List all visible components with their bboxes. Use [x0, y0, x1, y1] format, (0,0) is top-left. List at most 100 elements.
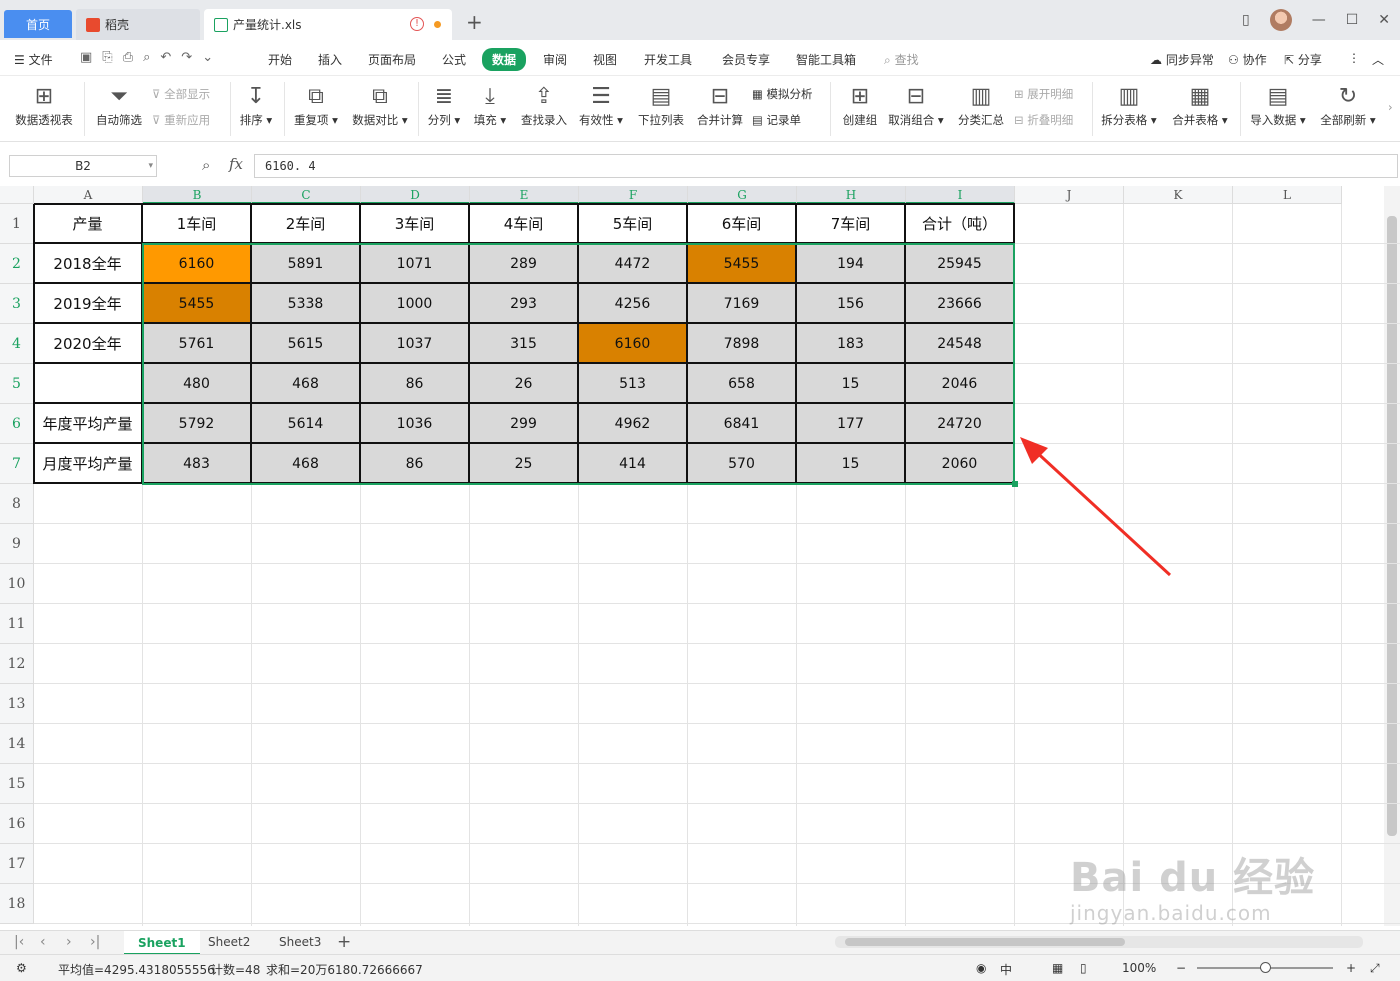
- warning-icon[interactable]: !: [410, 17, 424, 31]
- data-cell[interactable]: 194: [797, 244, 906, 284]
- data-cell[interactable]: 86: [361, 444, 470, 484]
- data-cell[interactable]: 5761: [143, 324, 252, 364]
- data-cell[interactable]: 414: [579, 444, 688, 484]
- data-cell[interactable]: 468: [252, 444, 361, 484]
- row-header-6[interactable]: 6: [0, 404, 34, 444]
- column-header-d[interactable]: D: [361, 186, 470, 204]
- menu-start[interactable]: 开始: [268, 51, 292, 68]
- sheet-tab-sheet1[interactable]: Sheet1: [124, 931, 200, 955]
- data-cell[interactable]: 156: [797, 284, 906, 324]
- data-cell[interactable]: 25945: [906, 244, 1015, 284]
- page-view-icon[interactable]: ▯: [1080, 961, 1087, 975]
- data-cell[interactable]: 483: [143, 444, 252, 484]
- data-cell[interactable]: 480: [143, 364, 252, 404]
- what-if-analysis-button[interactable]: ▦ 模拟分析: [752, 86, 813, 102]
- next-sheet-icon[interactable]: ›: [66, 934, 72, 950]
- tab-daoke[interactable]: 稻壳: [76, 9, 200, 40]
- ribbon-scroll-right-icon[interactable]: ›: [1388, 100, 1393, 114]
- data-cell[interactable]: 23666: [906, 284, 1015, 324]
- row-header-11[interactable]: 11: [0, 604, 34, 644]
- zoom-out-icon[interactable]: −: [1176, 961, 1186, 975]
- show-all-button[interactable]: ⊽ 全部显示: [152, 86, 210, 102]
- data-cell[interactable]: 570: [688, 444, 797, 484]
- data-cell[interactable]: 299: [470, 404, 579, 444]
- maximize-icon[interactable]: ☐: [1346, 12, 1359, 28]
- row-header-3[interactable]: 3: [0, 284, 34, 324]
- new-tab-button[interactable]: +: [466, 10, 483, 34]
- sync-status-button[interactable]: ☁ 同步异常: [1150, 51, 1214, 68]
- table-header-cell[interactable]: 4车间: [470, 204, 579, 244]
- subtotal-button[interactable]: ▥ 分类汇总: [956, 82, 1006, 128]
- data-cell[interactable]: 7169: [688, 284, 797, 324]
- collapse-detail-button[interactable]: ⊟ 折叠明细: [1014, 112, 1073, 128]
- row-label-cell[interactable]: 月度平均产量: [34, 444, 143, 484]
- data-cell[interactable]: 5455: [688, 244, 797, 284]
- menu-developer[interactable]: 开发工具: [644, 51, 692, 68]
- zoom-in-icon[interactable]: +: [1346, 961, 1356, 975]
- horizontal-scrollbar[interactable]: [835, 936, 1363, 948]
- select-all-corner[interactable]: [0, 186, 34, 204]
- menu-review[interactable]: 审阅: [543, 51, 567, 68]
- row-header-4[interactable]: 4: [0, 324, 34, 364]
- print-preview-icon[interactable]: ⌕: [143, 50, 150, 65]
- table-header-cell[interactable]: 7车间: [797, 204, 906, 244]
- import-data-button[interactable]: ▤ 导入数据 ▾: [1248, 82, 1308, 128]
- data-cell[interactable]: 2046: [906, 364, 1015, 404]
- data-cell[interactable]: 24720: [906, 404, 1015, 444]
- table-header-cell[interactable]: 合计（吨）: [906, 204, 1015, 244]
- chevron-down-icon[interactable]: ▾: [148, 156, 153, 176]
- data-compare-button[interactable]: ⧉ 数据对比 ▾: [348, 82, 412, 128]
- data-cell[interactable]: 315: [470, 324, 579, 364]
- avatar[interactable]: [1269, 9, 1292, 31]
- row-label-cell[interactable]: 年度平均产量: [34, 404, 143, 444]
- row-label-cell[interactable]: 2019全年: [34, 284, 143, 324]
- vertical-scroll-thumb[interactable]: [1387, 216, 1397, 836]
- input-language[interactable]: 中: [1000, 961, 1012, 978]
- data-cell[interactable]: 24548: [906, 324, 1015, 364]
- split-column-button[interactable]: ≣ 分列 ▾: [424, 82, 464, 128]
- sheet-grid[interactable]: A B C D E F G H I J K L 1 2 3 4 5 6 7 8 9 10 11 12 13 14 15 16 17 18 产…: [0, 186, 1400, 926]
- menu-search[interactable]: ⌕ 查找: [884, 51, 919, 68]
- record-form-button[interactable]: ▤ 记录单: [752, 112, 801, 128]
- column-header-a[interactable]: A: [34, 186, 143, 204]
- save-icon[interactable]: ▣: [80, 50, 92, 65]
- ungroup-button[interactable]: ⊟ 取消组合 ▾: [886, 82, 946, 128]
- data-cell[interactable]: 2060: [906, 444, 1015, 484]
- reading-mode-icon[interactable]: ▯: [1242, 12, 1250, 28]
- duplicates-button[interactable]: ⧉ 重复项 ▾: [290, 82, 342, 128]
- data-cell[interactable]: 5614: [252, 404, 361, 444]
- export-pdf-icon[interactable]: ⎘: [102, 50, 112, 65]
- collapse-ribbon-icon[interactable]: ︿: [1372, 51, 1384, 68]
- zoom-formula-icon[interactable]: ⌕: [202, 156, 210, 174]
- normal-view-icon[interactable]: ▦: [1052, 961, 1063, 975]
- menu-member[interactable]: 会员专享: [722, 51, 770, 68]
- row-label-cell[interactable]: 2020全年: [34, 324, 143, 364]
- row-header-7[interactable]: 7: [0, 444, 34, 484]
- column-header-f[interactable]: F: [579, 186, 688, 204]
- row-header-8[interactable]: 8: [0, 484, 34, 524]
- data-cell[interactable]: 6841: [688, 404, 797, 444]
- row-label-cell[interactable]: [34, 364, 143, 404]
- data-cell[interactable]: 468: [252, 364, 361, 404]
- tab-file-production-stats[interactable]: 产量统计.xls !: [204, 9, 452, 40]
- sheet-tab-sheet3[interactable]: Sheet3: [279, 935, 321, 949]
- customize-chevron-down-icon[interactable]: ⌄: [202, 50, 213, 65]
- last-sheet-icon[interactable]: ›|: [90, 934, 100, 950]
- data-cell[interactable]: 1036: [361, 404, 470, 444]
- column-header-h[interactable]: H: [797, 186, 906, 204]
- sort-button[interactable]: ↧ 排序 ▾: [236, 82, 276, 128]
- auto-filter-button[interactable]: ⏷ 自动筛选: [92, 82, 146, 128]
- data-cell[interactable]: 1071: [361, 244, 470, 284]
- data-cell[interactable]: 289: [470, 244, 579, 284]
- row-header-17[interactable]: 17: [0, 844, 34, 884]
- menu-view[interactable]: 视图: [593, 51, 617, 68]
- data-cell[interactable]: 1000: [361, 284, 470, 324]
- horizontal-scroll-thumb[interactable]: [845, 938, 1125, 946]
- first-sheet-icon[interactable]: |‹: [14, 934, 24, 950]
- row-header-14[interactable]: 14: [0, 724, 34, 764]
- data-cell[interactable]: 5891: [252, 244, 361, 284]
- close-icon[interactable]: ✕: [1378, 12, 1390, 28]
- data-cell[interactable]: 86: [361, 364, 470, 404]
- data-cell[interactable]: 5792: [143, 404, 252, 444]
- share-button[interactable]: ⇱ 分享: [1284, 51, 1322, 68]
